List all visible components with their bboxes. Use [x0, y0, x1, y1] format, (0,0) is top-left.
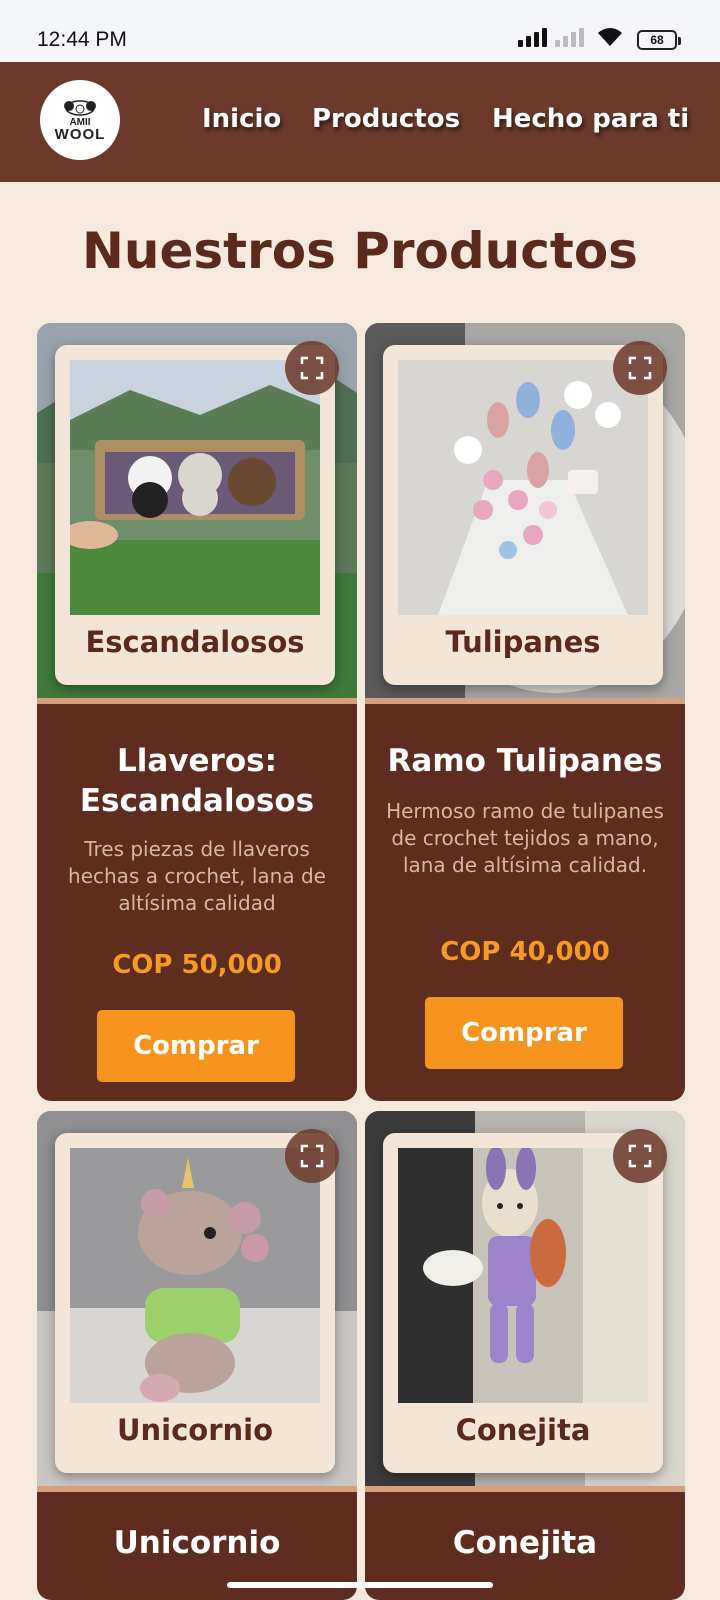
- expand-button[interactable]: [285, 1129, 339, 1183]
- product-name: Unicornio: [113, 1525, 281, 1561]
- product-image-caption: Conejita: [455, 1413, 591, 1447]
- product-card: Escandalosos Llaveros: Escandalosos Tres…: [37, 323, 357, 1101]
- product-image: [70, 1148, 320, 1403]
- product-image-frame[interactable]: Conejita: [383, 1133, 663, 1473]
- card-divider: [37, 698, 357, 704]
- product-price: COP 50,000: [112, 950, 282, 980]
- product-card: Tulipanes Ramo Tulipanes Hermoso ramo de…: [365, 323, 685, 1101]
- product-name: Llaveros: Escandalosos: [79, 743, 315, 819]
- sheep-logo-icon: [64, 99, 96, 116]
- battery-level: 68: [650, 33, 664, 47]
- product-name: Conejita: [452, 1525, 598, 1561]
- fullscreen-icon: [300, 1144, 324, 1168]
- product-image: [398, 360, 648, 615]
- product-description: Tres piezas de llaveros hechas a crochet…: [68, 837, 326, 915]
- expand-button[interactable]: [613, 1129, 667, 1183]
- product-price: COP 40,000: [440, 937, 610, 967]
- product-image-frame[interactable]: Escandalosos: [55, 345, 335, 685]
- nav-inicio[interactable]: Inicio: [202, 104, 281, 134]
- card-divider: [365, 1486, 685, 1492]
- card-divider: [37, 1486, 357, 1492]
- fullscreen-icon: [628, 1144, 652, 1168]
- product-image: [398, 1148, 648, 1403]
- product-image-caption: Tulipanes: [445, 625, 601, 659]
- status-time: 12:44 PM: [37, 28, 127, 51]
- logo-text-bottom: WOOL: [54, 125, 106, 143]
- signal-2-icon: [555, 27, 584, 47]
- product-card: Unicornio Unicornio: [37, 1111, 357, 1600]
- card-divider: [365, 698, 685, 704]
- expand-button[interactable]: [613, 341, 667, 395]
- battery-icon: 68: [637, 30, 681, 50]
- logo[interactable]: AMII WOOL: [40, 80, 120, 160]
- signal-icon: [518, 27, 547, 47]
- product-card: Conejita Conejita: [365, 1111, 685, 1600]
- nav-productos[interactable]: Productos: [312, 104, 460, 134]
- product-image-caption: Escandalosos: [85, 625, 305, 659]
- product-image-caption: Unicornio: [116, 1413, 274, 1447]
- status-bar: 12:44 PM 68: [0, 0, 720, 62]
- buy-button[interactable]: Comprar: [425, 997, 623, 1069]
- product-image-frame[interactable]: Tulipanes: [383, 345, 663, 685]
- site-header: AMII WOOL Inicio Productos Hecho para ti: [0, 62, 720, 182]
- buy-button[interactable]: Comprar: [97, 1010, 295, 1082]
- product-image: [70, 360, 320, 615]
- expand-button[interactable]: [285, 341, 339, 395]
- fullscreen-icon: [628, 356, 652, 380]
- product-name: Ramo Tulipanes: [387, 743, 663, 779]
- product-description: Hermoso ramo de tulipanes de crochet tej…: [386, 799, 664, 877]
- nav-hecho-para-ti[interactable]: Hecho para ti: [492, 104, 689, 134]
- wifi-icon: [598, 28, 622, 46]
- page-title: Nuestros Productos: [82, 222, 638, 280]
- home-indicator[interactable]: [227, 1582, 493, 1588]
- fullscreen-icon: [300, 356, 324, 380]
- product-image-frame[interactable]: Unicornio: [55, 1133, 335, 1473]
